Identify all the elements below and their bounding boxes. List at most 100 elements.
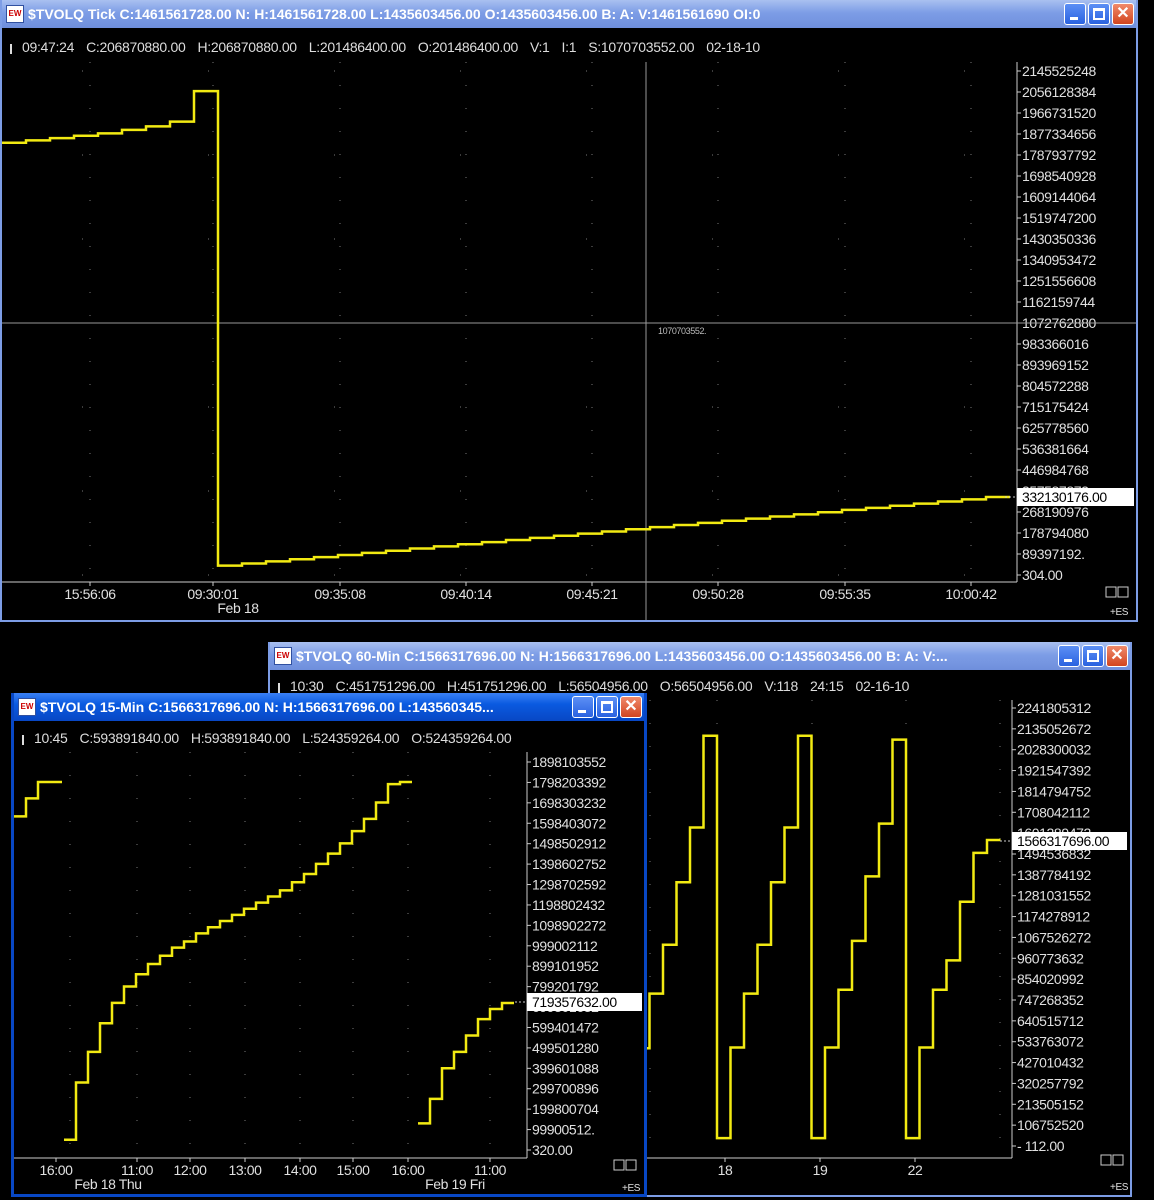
- y-tick-label: 2056128384: [1022, 84, 1096, 100]
- y-tick-label: 2241805312: [1017, 700, 1091, 716]
- info-bar: 10:30 C:451751296.00 H:451751296.00 L:56504…: [278, 678, 921, 694]
- symbol-link-label: +ES: [1110, 1182, 1129, 1193]
- y-tick-label: 960773632: [1017, 950, 1084, 966]
- y-tick-label: 2145525248: [1022, 63, 1096, 79]
- info-field: O:201486400.00: [417, 39, 518, 55]
- y-tick-label: 804572288: [1022, 378, 1089, 394]
- 15-min-chart[interactable]: 1898103552 1798203392 1698303232 1598403072…: [14, 693, 644, 1194]
- info-field: L:201486400.00: [308, 39, 406, 55]
- y-tick-label: 747268352: [1017, 992, 1084, 1008]
- y-tick-label: 899101952: [532, 958, 599, 974]
- layout-box-icon: [1105, 586, 1117, 598]
- layout-box-icon: [1117, 586, 1129, 598]
- grid: [82, 62, 1017, 582]
- y-tick-label: 893969152: [1022, 357, 1089, 373]
- app-icon: EW: [6, 5, 24, 23]
- info-field: L:56504956.00: [558, 678, 648, 694]
- grid: [69, 752, 491, 1158]
- window-title: $TVOLQ 15-Min C:1566317696.00 N: H:15663…: [40, 699, 494, 715]
- y-tick-label: 213505152: [1017, 1096, 1084, 1112]
- y-tick-label: 999002112: [532, 938, 598, 954]
- layout-box-icon: [1100, 1154, 1112, 1166]
- y-tick-label: 1519747200: [1022, 210, 1096, 226]
- y-tick-label: 533763072: [1017, 1034, 1084, 1050]
- y-tick-label: 1966731520: [1022, 105, 1096, 121]
- minimize-button[interactable]: [1064, 3, 1086, 25]
- minimize-button[interactable]: [1058, 645, 1080, 667]
- close-button[interactable]: [620, 696, 642, 718]
- y-tick-label: 599401472: [532, 1019, 599, 1035]
- y-tick-label: 1898103552: [532, 754, 606, 770]
- cursor-marker: [278, 683, 280, 693]
- y-tick-label: 446984768: [1022, 462, 1089, 478]
- y-tick-label: 320.00: [532, 1142, 573, 1158]
- y-tick-label: 299700896: [532, 1081, 599, 1097]
- maximize-button[interactable]: [1082, 645, 1104, 667]
- close-button[interactable]: [1112, 3, 1134, 25]
- y-tick-label: 106752520: [1017, 1117, 1084, 1133]
- y-tick-label: 1698303232: [532, 795, 606, 811]
- current-value-label: 332130176.00: [1022, 489, 1107, 505]
- y-tick-label: 1698540928: [1022, 168, 1096, 184]
- x-tick-label: 09:45:21: [566, 586, 618, 602]
- y-tick-label: 625778560: [1022, 420, 1089, 436]
- maximize-button[interactable]: [1088, 3, 1110, 25]
- y-tick-label: 536381664: [1022, 441, 1089, 457]
- title-bar[interactable]: EW $TVOLQ Tick C:1461561728.00 N: H:1461…: [2, 0, 1136, 28]
- title-bar[interactable]: EW $TVOLQ 60-Min C:1566317696.00 N: H:15…: [270, 642, 1130, 670]
- x-tick-label: 22: [908, 1162, 923, 1178]
- info-field: V:118: [764, 678, 798, 694]
- minimize-button[interactable]: [572, 696, 594, 718]
- info-field: C:593891840.00: [79, 730, 180, 746]
- info-field: C:451751296.00: [335, 678, 436, 694]
- info-field: V:1: [529, 39, 550, 55]
- y-tick-label: 1787937792: [1022, 147, 1096, 163]
- price-line: [14, 780, 62, 818]
- x-tick-label: 09:35:08: [314, 586, 366, 602]
- y-tick-label: 499501280: [532, 1040, 599, 1056]
- tick-chart[interactable]: 2145525248 2056128384 1966731520 1877334656…: [2, 0, 1136, 620]
- x-tick-label: 15:00: [336, 1162, 370, 1178]
- cursor-marker: [22, 735, 24, 745]
- y-tick-label: 268190976: [1022, 504, 1089, 520]
- y-tick-label: 1174278912: [1017, 909, 1090, 925]
- app-icon: EW: [18, 698, 36, 716]
- close-button[interactable]: [1106, 645, 1128, 667]
- layout-box-icon: [1112, 1154, 1124, 1166]
- y-tick-label: 1814794752: [1017, 783, 1091, 799]
- y-tick-label: 1387784192: [1017, 867, 1091, 883]
- app-icon: EW: [274, 647, 292, 665]
- y-tick-label: 854020992: [1017, 971, 1084, 987]
- price-line: [2, 89, 1010, 567]
- y-tick-label: 1609144064: [1022, 189, 1096, 205]
- x-tick-label: 14:00: [283, 1162, 317, 1178]
- y-tick-label: 1251556608: [1022, 273, 1096, 289]
- y-tick-label: 1798203392: [532, 774, 606, 790]
- y-tick-label: 1281031552: [1017, 888, 1091, 904]
- y-tick-label: 1162159744: [1022, 294, 1095, 310]
- info-bar: 09:47:24 C:206870880.00 H:206870880.00 L:20…: [10, 39, 772, 55]
- y-tick-label: 983366016: [1022, 336, 1089, 352]
- window-title: $TVOLQ Tick C:1461561728.00 N: H:1461561…: [28, 6, 761, 22]
- y-tick-label: 640515712: [1017, 1013, 1084, 1029]
- x-tick-label: 09:55:35: [819, 586, 871, 602]
- y-tick-label: 1398602752: [532, 856, 606, 872]
- y-tick-label: 1340953472: [1022, 252, 1096, 268]
- x-tick-label: 13:00: [228, 1162, 262, 1178]
- cursor-marker: [10, 44, 12, 54]
- info-field: O:56504956.00: [659, 678, 753, 694]
- crosshair-value: 1070703552.: [658, 326, 706, 336]
- y-tick-label: 1430350336: [1022, 231, 1096, 247]
- info-field: 02-16-10: [855, 678, 910, 694]
- y-tick-label: 1921547392: [1017, 763, 1091, 779]
- info-field: H:206870880.00: [197, 39, 297, 55]
- info-field: L:524359264.00: [302, 730, 400, 746]
- y-tick-label: 320257792: [1017, 1075, 1084, 1091]
- window-title: $TVOLQ 60-Min C:1566317696.00 N: H:15663…: [296, 648, 948, 664]
- layout-box-icon: [613, 1159, 625, 1171]
- title-bar[interactable]: EW $TVOLQ 15-Min C:1566317696.00 N: H:15…: [14, 693, 644, 721]
- maximize-button[interactable]: [596, 696, 618, 718]
- y-tick-label: 304.00: [1022, 567, 1063, 583]
- 15-min-chart-window: 1898103552 1798203392 1698303232 1598403072…: [11, 693, 647, 1197]
- info-field: 24:15: [809, 678, 844, 694]
